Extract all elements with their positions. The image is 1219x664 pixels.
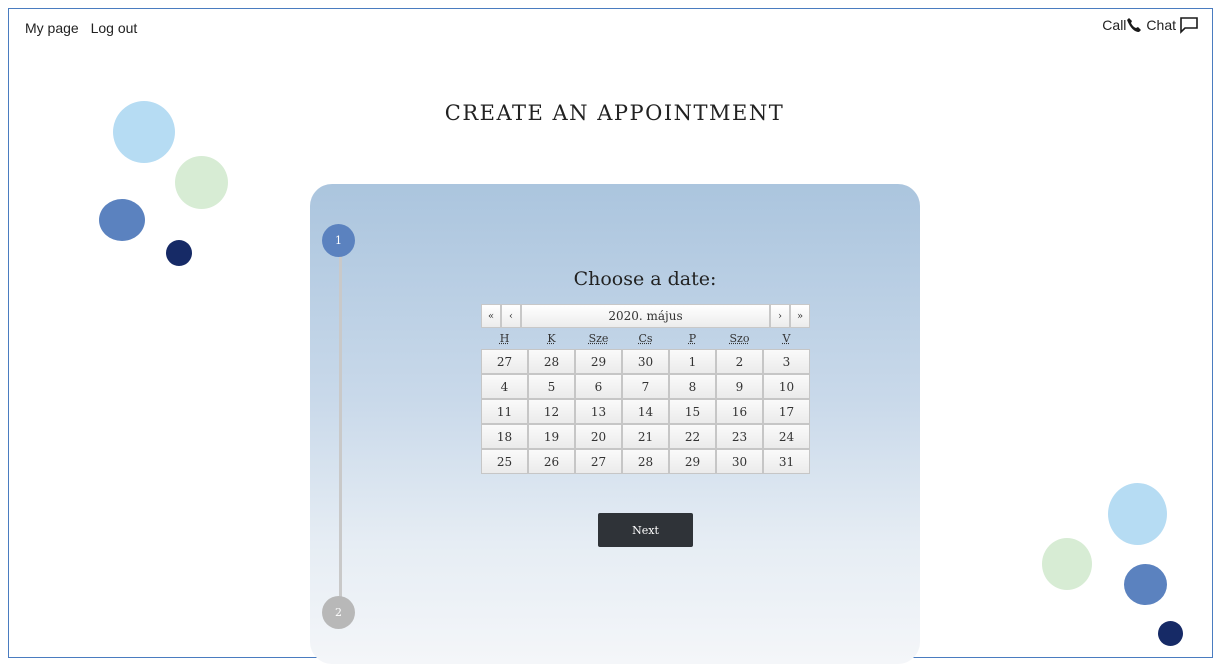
decor-circle-light-blue xyxy=(113,101,175,163)
calendar-day[interactable]: 17 xyxy=(763,399,810,424)
decor-circle-light-green xyxy=(175,156,228,209)
weekday-label: Sze xyxy=(588,332,609,345)
prev-month-button[interactable]: ‹ xyxy=(501,304,521,328)
calendar-day[interactable]: 28 xyxy=(528,349,575,374)
prev-year-button[interactable]: « xyxy=(481,304,501,328)
decor-circle-light-blue xyxy=(1108,483,1167,545)
calendar-day[interactable]: 8 xyxy=(669,374,716,399)
decor-circle-navy xyxy=(166,240,192,266)
calendar-day[interactable]: 5 xyxy=(528,374,575,399)
calendar-day[interactable]: 30 xyxy=(716,449,763,474)
calendar-day[interactable]: 6 xyxy=(575,374,622,399)
call-link[interactable]: Call xyxy=(1102,17,1142,33)
calendar-day[interactable]: 7 xyxy=(622,374,669,399)
calendar-day[interactable]: 10 xyxy=(763,374,810,399)
date-picker: « ‹ 2020. május › » H K Sze Cs P Szo V 2… xyxy=(481,304,810,474)
calendar-day[interactable]: 14 xyxy=(622,399,669,424)
calendar-day[interactable]: 22 xyxy=(669,424,716,449)
calendar-day[interactable]: 16 xyxy=(716,399,763,424)
my-page-link[interactable]: My page xyxy=(25,20,79,36)
weekday-label: Szo xyxy=(729,332,750,345)
decor-circle-light-green xyxy=(1042,538,1092,590)
next-year-button[interactable]: » xyxy=(790,304,810,328)
weekday-label: Cs xyxy=(638,332,653,345)
chat-link[interactable]: Chat xyxy=(1146,16,1199,34)
calendar-grid: 27 28 29 30 1 2 3 4 5 6 7 8 9 10 11 12 1… xyxy=(481,349,810,474)
calendar-day[interactable]: 24 xyxy=(763,424,810,449)
calendar-day[interactable]: 4 xyxy=(481,374,528,399)
calendar-day[interactable]: 30 xyxy=(622,349,669,374)
calendar-day[interactable]: 18 xyxy=(481,424,528,449)
weekday-label: K xyxy=(547,332,556,345)
weekday-label: H xyxy=(499,332,510,345)
page-title: CREATE AN APPOINTMENT xyxy=(444,101,785,125)
next-month-button[interactable]: › xyxy=(770,304,790,328)
topbar-left: My page Log out xyxy=(25,20,145,36)
topbar-right: Call Chat xyxy=(1102,16,1199,34)
weekday-label: V xyxy=(782,332,791,345)
step-2-indicator: 2 xyxy=(322,596,355,629)
calendar-day[interactable]: 15 xyxy=(669,399,716,424)
calendar-day[interactable]: 3 xyxy=(763,349,810,374)
calendar-day[interactable]: 9 xyxy=(716,374,763,399)
calendar-day[interactable]: 13 xyxy=(575,399,622,424)
month-label[interactable]: 2020. május xyxy=(521,304,770,328)
calendar-day[interactable]: 12 xyxy=(528,399,575,424)
chat-label: Chat xyxy=(1146,17,1176,33)
calendar-day[interactable]: 11 xyxy=(481,399,528,424)
choose-date-heading: Choose a date: xyxy=(573,268,717,290)
step-1-indicator: 1 xyxy=(322,224,355,257)
calendar-header: « ‹ 2020. május › » xyxy=(481,304,810,328)
weekday-header: H K Sze Cs P Szo V xyxy=(481,328,810,349)
calendar-day[interactable]: 28 xyxy=(622,449,669,474)
calendar-day[interactable]: 19 xyxy=(528,424,575,449)
phone-icon xyxy=(1127,18,1142,32)
calendar-day[interactable]: 31 xyxy=(763,449,810,474)
call-label: Call xyxy=(1102,17,1127,33)
calendar-day[interactable]: 21 xyxy=(622,424,669,449)
calendar-day[interactable]: 25 xyxy=(481,449,528,474)
logout-link[interactable]: Log out xyxy=(91,20,138,36)
calendar-day[interactable]: 23 xyxy=(716,424,763,449)
calendar-day[interactable]: 2 xyxy=(716,349,763,374)
calendar-day[interactable]: 27 xyxy=(481,349,528,374)
chat-icon xyxy=(1180,17,1198,34)
calendar-day[interactable]: 1 xyxy=(669,349,716,374)
weekday-label: P xyxy=(688,332,697,345)
decor-circle-navy xyxy=(1158,621,1183,646)
next-button[interactable]: Next xyxy=(598,513,693,547)
calendar-day[interactable]: 20 xyxy=(575,424,622,449)
calendar-day[interactable]: 29 xyxy=(669,449,716,474)
decor-circle-mid-blue xyxy=(99,199,145,241)
calendar-day[interactable]: 27 xyxy=(575,449,622,474)
calendar-day[interactable]: 29 xyxy=(575,349,622,374)
step-timeline xyxy=(339,256,342,616)
decor-circle-mid-blue xyxy=(1124,564,1167,605)
calendar-day[interactable]: 26 xyxy=(528,449,575,474)
